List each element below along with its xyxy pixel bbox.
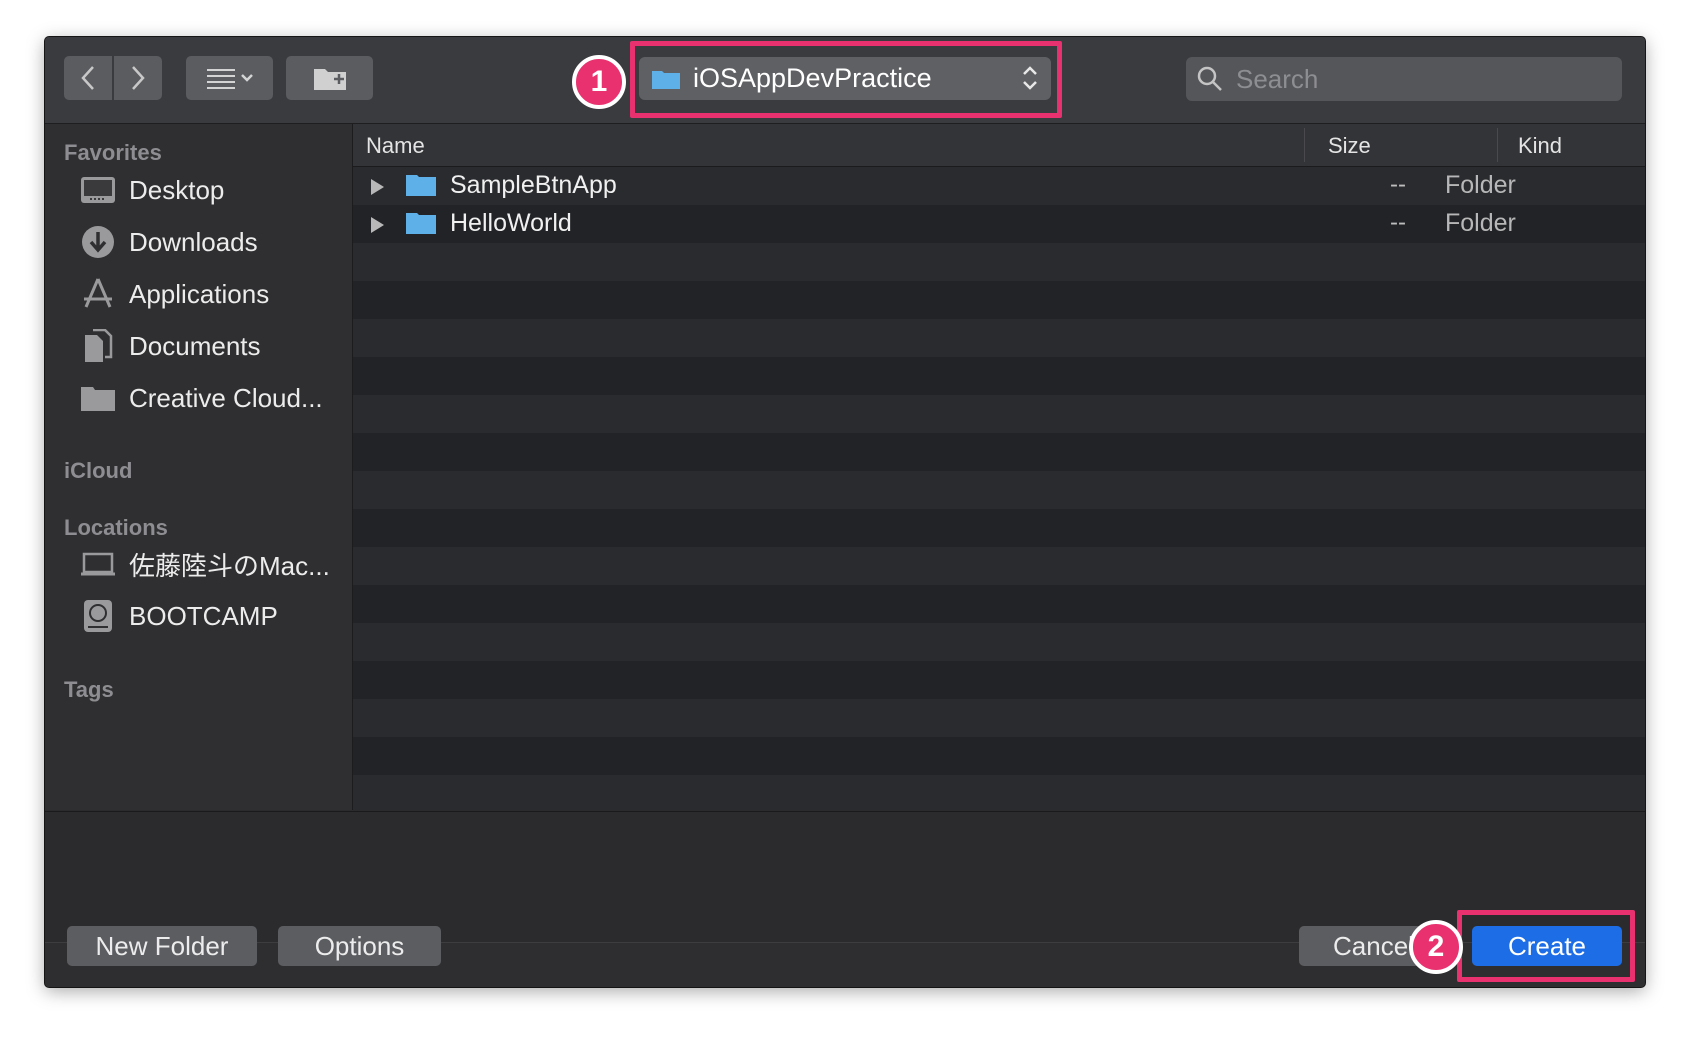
sidebar-item-bootcamp[interactable]: BOOTCAMP	[79, 596, 278, 636]
sidebar-item-label: Creative Cloud...	[129, 382, 323, 413]
column-separator[interactable]	[1304, 128, 1305, 162]
accessory-pane	[45, 811, 1645, 942]
annotation-badge-2: 2	[1409, 920, 1463, 974]
sidebar-item-documents[interactable]: Documents	[79, 326, 261, 366]
back-button[interactable]	[64, 56, 112, 100]
empty-row	[353, 623, 1645, 661]
empty-row	[353, 471, 1645, 509]
empty-row	[353, 243, 1645, 281]
new-folder-icon	[313, 69, 346, 90]
applications-icon	[79, 278, 117, 310]
forward-button[interactable]	[114, 56, 162, 100]
sidebar: Favorites Desktop Downloads Applications…	[45, 124, 353, 810]
sidebar-item-label: Downloads	[129, 226, 258, 257]
chevron-left-icon	[81, 66, 94, 90]
empty-row	[353, 357, 1645, 395]
disclosure-triangle-icon[interactable]	[369, 178, 385, 196]
file-size: --	[1390, 171, 1406, 198]
folder-icon	[79, 382, 117, 414]
empty-row	[353, 319, 1645, 357]
empty-row	[353, 775, 1645, 810]
search-placeholder: Search	[1236, 63, 1319, 94]
new-folder-button[interactable]: New Folder	[67, 926, 257, 966]
sidebar-header-icloud: iCloud	[64, 458, 133, 483]
file-row[interactable]: SampleBtnApp -- Folder	[353, 167, 1645, 205]
file-browser: Name Size Kind SampleBtnApp -- Folder He…	[353, 124, 1645, 810]
search-icon	[1197, 66, 1222, 91]
sidebar-item-creative-cloud[interactable]: Creative Cloud...	[79, 378, 323, 418]
empty-row	[353, 699, 1645, 737]
annotation-highlight-1	[630, 41, 1062, 118]
sidebar-item-downloads[interactable]: Downloads	[79, 222, 258, 262]
sidebar-item-label: 佐藤陸斗のMac...	[129, 550, 330, 581]
empty-row	[353, 661, 1645, 699]
sidebar-header-tags: Tags	[64, 677, 114, 702]
file-list: SampleBtnApp -- Folder HelloWorld -- Fol…	[353, 167, 1645, 810]
file-name: SampleBtnApp	[450, 171, 617, 199]
file-kind: Folder	[1445, 209, 1516, 237]
desktop-icon	[79, 174, 117, 206]
annotation-badge-1: 1	[572, 55, 626, 109]
sidebar-item-label: Applications	[129, 278, 270, 309]
empty-row	[353, 585, 1645, 623]
empty-row	[353, 547, 1645, 585]
file-name: HelloWorld	[450, 209, 572, 237]
empty-row	[353, 281, 1645, 319]
list-view-icon	[206, 69, 253, 89]
file-size: --	[1390, 209, 1406, 236]
chevron-right-icon	[132, 66, 145, 90]
column-separator[interactable]	[1497, 128, 1498, 162]
column-kind[interactable]: Kind	[1518, 133, 1562, 159]
folder-icon	[406, 213, 436, 234]
toolbar: iOSAppDevPractice Search	[45, 37, 1645, 124]
search-field[interactable]: Search	[1186, 57, 1622, 101]
annotation-highlight-2	[1457, 910, 1635, 982]
sidebar-item-mac[interactable]: 佐藤陸斗のMac...	[79, 544, 330, 584]
empty-row	[353, 737, 1645, 775]
empty-row	[353, 433, 1645, 471]
sidebar-header-locations: Locations	[64, 515, 168, 540]
empty-row	[353, 509, 1645, 547]
sidebar-item-label: BOOTCAMP	[129, 600, 278, 631]
column-size[interactable]: Size	[1328, 133, 1371, 159]
new-folder-toolbar-button[interactable]	[286, 56, 373, 100]
empty-row	[353, 395, 1645, 433]
sidebar-item-label: Desktop	[129, 174, 225, 205]
sidebar-item-desktop[interactable]: Desktop	[79, 170, 224, 210]
disclosure-triangle-icon[interactable]	[369, 216, 385, 234]
options-button[interactable]: Options	[278, 926, 441, 966]
sidebar-item-label: Documents	[129, 330, 261, 361]
column-name[interactable]: Name	[366, 133, 425, 159]
folder-icon	[406, 175, 436, 196]
laptop-icon	[79, 548, 117, 580]
view-options-button[interactable]	[186, 56, 273, 100]
file-kind: Folder	[1445, 171, 1516, 199]
file-row[interactable]: HelloWorld -- Folder	[353, 205, 1645, 243]
downloads-icon	[79, 226, 117, 258]
sidebar-item-applications[interactable]: Applications	[79, 274, 269, 314]
column-header: Name Size Kind	[353, 124, 1645, 167]
documents-icon	[79, 329, 117, 362]
sidebar-header-favorites: Favorites	[64, 140, 162, 165]
disk-icon	[79, 600, 117, 632]
save-dialog: iOSAppDevPractice Search Favorites Deskt…	[45, 37, 1645, 987]
